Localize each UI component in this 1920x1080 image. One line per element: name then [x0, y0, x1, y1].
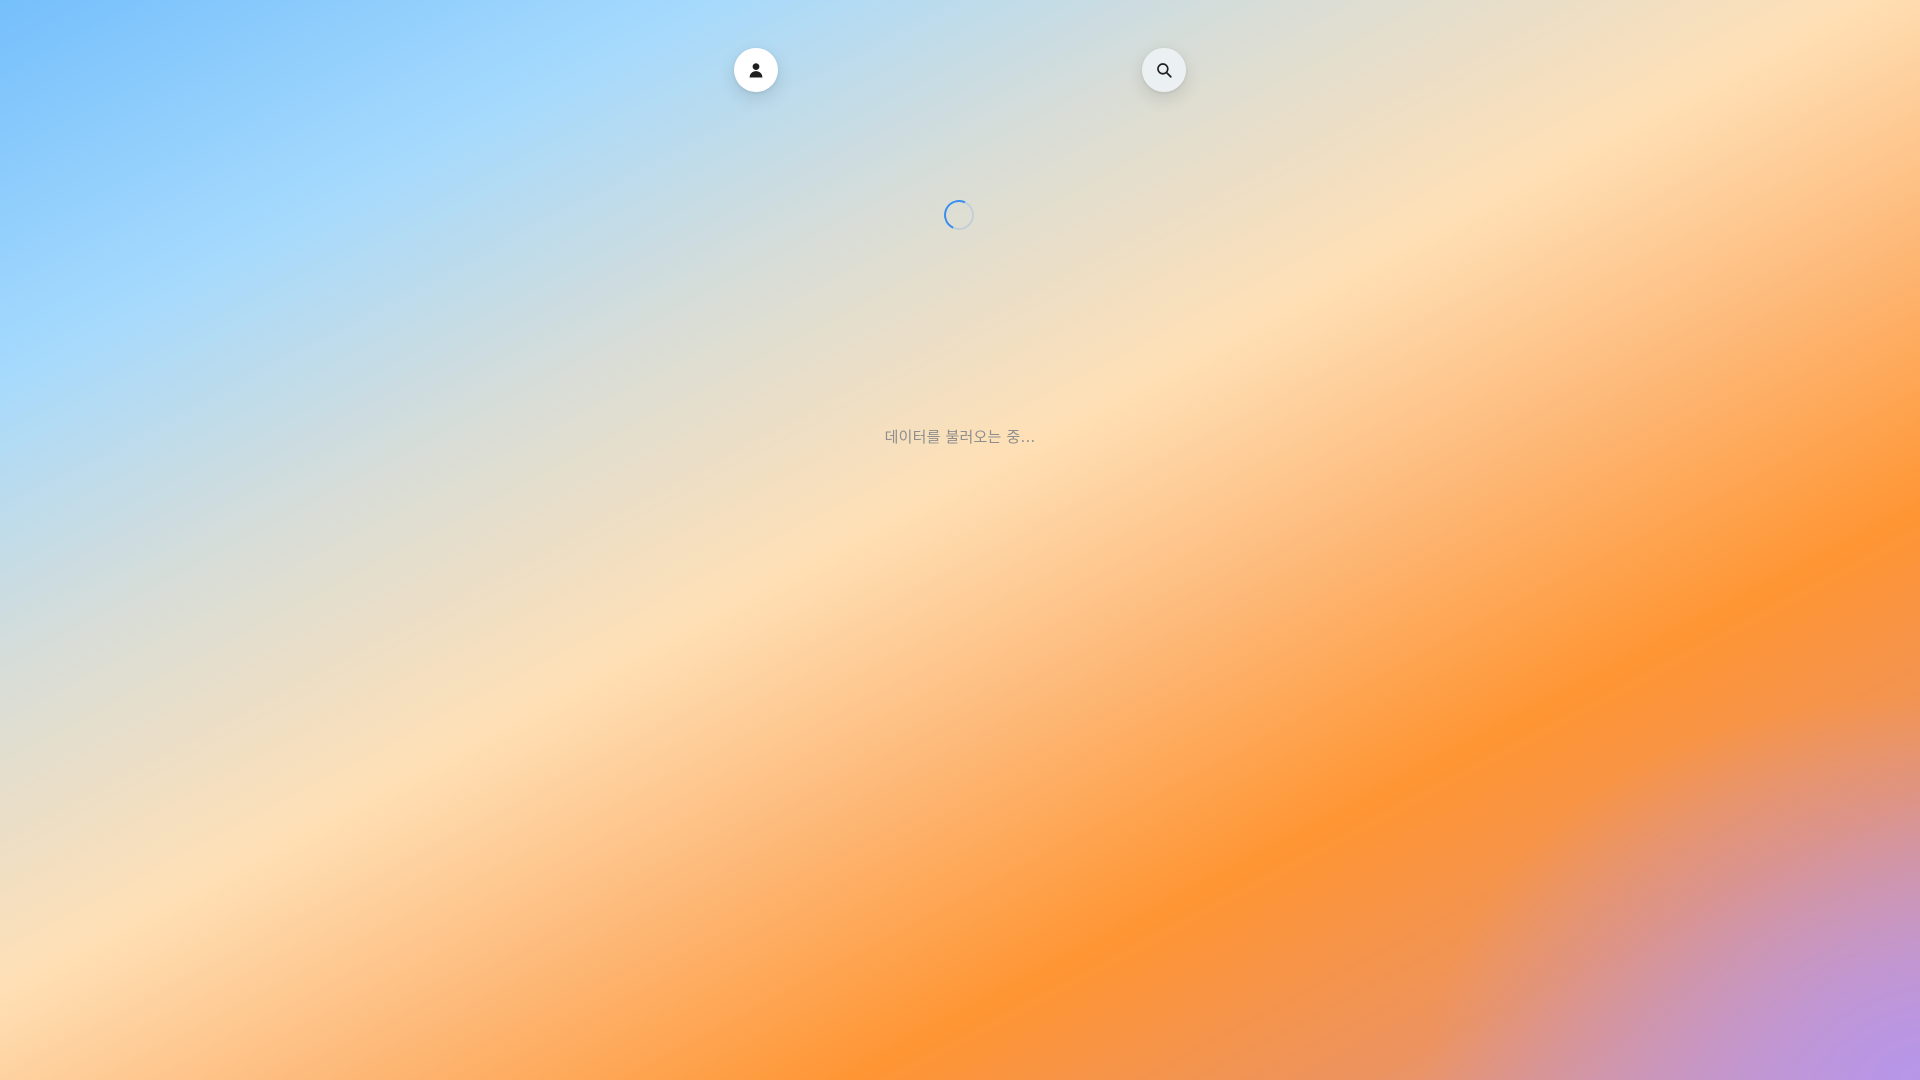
- person-icon: [747, 61, 765, 79]
- loading-message: 데이터를 불러오는 중...: [884, 428, 1036, 446]
- loading-spinner: [939, 195, 979, 235]
- profile-button[interactable]: [734, 48, 778, 92]
- top-bar: [0, 0, 1920, 140]
- search-icon: [1155, 61, 1173, 79]
- search-button[interactable]: [1142, 48, 1186, 92]
